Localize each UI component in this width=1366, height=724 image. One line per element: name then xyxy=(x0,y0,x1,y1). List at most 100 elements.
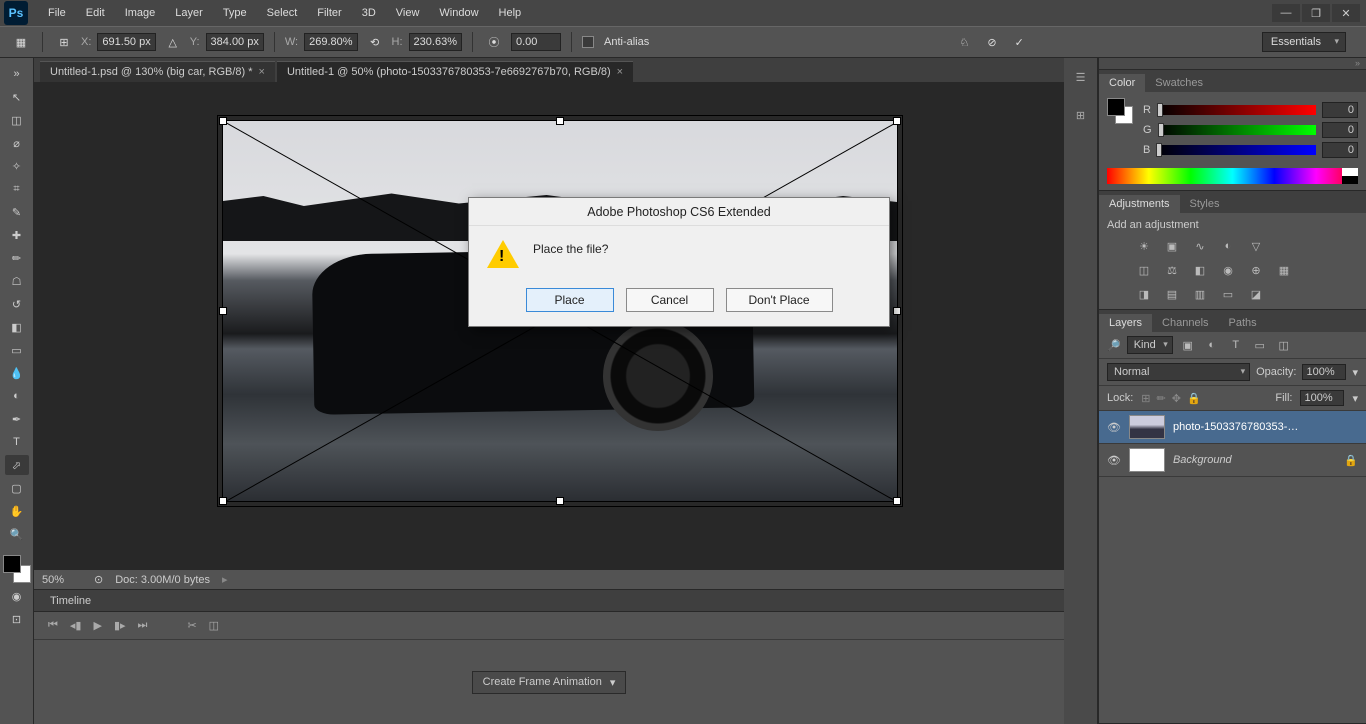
opacity-value[interactable]: 100% xyxy=(1302,364,1346,380)
zoom-popup-icon[interactable]: ⊙ xyxy=(94,573,103,586)
lock-pixels-icon[interactable]: ✏ xyxy=(1157,392,1166,405)
visibility-icon[interactable]: 👁 xyxy=(1107,421,1121,434)
exposure-icon[interactable]: ◐ xyxy=(1219,237,1237,255)
w-value[interactable]: 269.80% xyxy=(304,33,357,51)
opacity-dropdown-icon[interactable]: ▾ xyxy=(1352,366,1358,379)
move-tool[interactable]: ↖ xyxy=(5,87,29,107)
properties-panel-icon[interactable]: ⊞ xyxy=(1070,104,1092,126)
create-frame-animation-button[interactable]: Create Frame Animation ▾ xyxy=(472,671,627,694)
tab-swatches[interactable]: Swatches xyxy=(1145,74,1213,92)
layer-name[interactable]: photo-1503376780353-… xyxy=(1173,421,1358,433)
collapse-panels-icon[interactable]: » xyxy=(1099,58,1366,70)
hue-icon[interactable]: ◫ xyxy=(1135,261,1153,279)
menu-layer[interactable]: Layer xyxy=(165,2,213,24)
color-swatches[interactable] xyxy=(3,555,31,583)
foreground-color[interactable] xyxy=(3,555,21,573)
filter-smart-icon[interactable]: ◫ xyxy=(1275,336,1293,354)
filter-pixel-icon[interactable]: ▣ xyxy=(1179,336,1197,354)
photofilter-icon[interactable]: ◉ xyxy=(1219,261,1237,279)
minimize-button[interactable]: — xyxy=(1272,4,1300,22)
quickmask-tool[interactable]: ◉ xyxy=(5,586,29,606)
hand-tool[interactable]: ✋ xyxy=(5,501,29,521)
layer-item[interactable]: 👁 Background 🔒 xyxy=(1099,444,1366,477)
x-value[interactable]: 691.50 px xyxy=(97,33,155,51)
dont-place-button[interactable]: Don't Place xyxy=(726,288,833,312)
prev-frame-icon[interactable]: ◂▮ xyxy=(70,619,82,632)
handle-mid-left[interactable] xyxy=(219,307,227,315)
balance-icon[interactable]: ⚖ xyxy=(1163,261,1181,279)
next-frame-icon[interactable]: ▮▸ xyxy=(114,619,126,632)
r-value[interactable]: 0 xyxy=(1322,102,1358,118)
menu-window[interactable]: Window xyxy=(429,2,488,24)
menu-filter[interactable]: Filter xyxy=(307,2,351,24)
lasso-tool[interactable]: ⌀ xyxy=(5,133,29,153)
filter-type-icon[interactable]: T xyxy=(1227,336,1245,354)
tab-color[interactable]: Color xyxy=(1099,74,1145,92)
selectivecolor-icon[interactable]: ◪ xyxy=(1247,285,1265,303)
layer-name[interactable]: Background xyxy=(1173,454,1336,466)
blend-mode-selector[interactable]: Normal xyxy=(1107,363,1250,381)
menu-view[interactable]: View xyxy=(386,2,430,24)
colorlookup-icon[interactable]: ▦ xyxy=(1275,261,1293,279)
handle-bottom-right[interactable] xyxy=(893,497,901,505)
layer-item[interactable]: 👁 photo-1503376780353-… xyxy=(1099,411,1366,444)
chevron-down-icon[interactable]: ▾ xyxy=(610,676,616,689)
brush-tool[interactable]: ✏ xyxy=(5,248,29,268)
threshold-icon[interactable]: ▥ xyxy=(1191,285,1209,303)
close-button[interactable]: ✕ xyxy=(1332,4,1360,22)
gradientmap-icon[interactable]: ▭ xyxy=(1219,285,1237,303)
transition-icon[interactable]: ◫ xyxy=(209,619,219,632)
vibrance-icon[interactable]: ▽ xyxy=(1247,237,1265,255)
shape-tool[interactable]: ▢ xyxy=(5,478,29,498)
handle-mid-right[interactable] xyxy=(893,307,901,315)
handle-top-left[interactable] xyxy=(219,117,227,125)
first-frame-icon[interactable]: ⏮ xyxy=(48,619,58,632)
document-tab[interactable]: Untitled-1 @ 50% (photo-1503376780353-7e… xyxy=(277,61,633,82)
docinfo-menu-icon[interactable]: ▸ xyxy=(222,573,228,586)
tab-adjustments[interactable]: Adjustments xyxy=(1099,195,1180,213)
brightness-icon[interactable]: ☀ xyxy=(1135,237,1153,255)
b-value[interactable]: 0 xyxy=(1322,142,1358,158)
menu-select[interactable]: Select xyxy=(257,2,308,24)
g-value[interactable]: 0 xyxy=(1322,122,1358,138)
tool-preset-icon[interactable]: ▦ xyxy=(10,31,32,53)
handle-bottom-left[interactable] xyxy=(219,497,227,505)
play-icon[interactable]: ▶ xyxy=(93,619,101,632)
handle-bottom-mid[interactable] xyxy=(556,497,564,505)
history-panel-icon[interactable]: ☰ xyxy=(1070,66,1092,88)
g-slider[interactable] xyxy=(1158,125,1316,135)
menu-file[interactable]: File xyxy=(38,2,76,24)
bw-icon[interactable]: ◧ xyxy=(1191,261,1209,279)
channelmixer-icon[interactable]: ⊕ xyxy=(1247,261,1265,279)
antialias-checkbox[interactable] xyxy=(582,36,594,48)
pen-tool[interactable]: ✒ xyxy=(5,409,29,429)
menu-image[interactable]: Image xyxy=(115,2,166,24)
close-tab-icon[interactable]: × xyxy=(259,66,265,78)
document-tab[interactable]: Untitled-1.psd @ 130% (big car, RGB/8) *… xyxy=(40,61,275,82)
handle-top-right[interactable] xyxy=(893,117,901,125)
type-tool[interactable]: T xyxy=(5,432,29,452)
timeline-tab[interactable]: Timeline xyxy=(42,592,99,610)
screenmode-tool[interactable]: ⊡ xyxy=(5,609,29,629)
handle-top-mid[interactable] xyxy=(556,117,564,125)
visibility-icon[interactable]: 👁 xyxy=(1107,454,1121,467)
collapse-tools-icon[interactable]: » xyxy=(5,64,29,84)
history-brush-tool[interactable]: ↺ xyxy=(5,294,29,314)
blur-tool[interactable]: 💧 xyxy=(5,363,29,383)
marquee-tool[interactable]: ◫ xyxy=(5,110,29,130)
warp-icon[interactable]: ♘ xyxy=(960,36,970,49)
lock-transparent-icon[interactable]: ⊞ xyxy=(1141,392,1150,405)
zoom-tool[interactable]: 🔍 xyxy=(5,524,29,544)
menu-type[interactable]: Type xyxy=(213,2,257,24)
last-frame-icon[interactable]: ⏭ xyxy=(138,619,148,632)
filter-adj-icon[interactable]: ◐ xyxy=(1203,336,1221,354)
b-slider[interactable] xyxy=(1156,145,1316,155)
layer-thumbnail[interactable] xyxy=(1129,448,1165,472)
invert-icon[interactable]: ◨ xyxy=(1135,285,1153,303)
maximize-button[interactable]: ❐ xyxy=(1302,4,1330,22)
y-value[interactable]: 384.00 px xyxy=(206,33,264,51)
r-slider[interactable] xyxy=(1157,105,1316,115)
fill-dropdown-icon[interactable]: ▾ xyxy=(1352,392,1358,405)
zoom-value[interactable]: 50% xyxy=(42,574,82,586)
h-value[interactable]: 230.63% xyxy=(409,33,462,51)
